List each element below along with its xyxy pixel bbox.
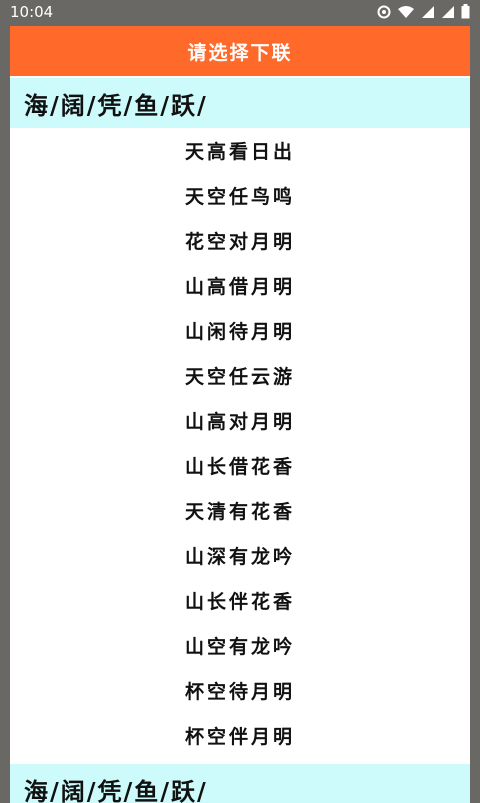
signal-icon	[421, 4, 435, 23]
option-item[interactable]: 花空对月明	[10, 218, 470, 263]
option-item[interactable]: 杯空伴月明	[10, 713, 470, 758]
option-item[interactable]: 山高借月明	[10, 263, 470, 308]
status-bar: 10:04	[0, 0, 480, 26]
status-icons	[377, 3, 470, 23]
signal-icon	[441, 4, 455, 23]
option-item[interactable]: 天空任云游	[10, 353, 470, 398]
option-item[interactable]: 杯空待月明	[10, 668, 470, 713]
status-time: 10:04	[10, 3, 54, 21]
option-item[interactable]: 山空有龙吟	[10, 623, 470, 668]
option-item[interactable]: 山闲待月明	[10, 308, 470, 353]
upper-line-text-repeat: 海/阔/凭/鱼/跃/	[10, 764, 470, 803]
couplet-options-list[interactable]: 天高看日出 天空任鸟鸣 花空对月明 山高借月明 山闲待月明 天空任云游 山高对月…	[10, 128, 470, 764]
option-item[interactable]: 山长借花香	[10, 443, 470, 488]
wifi-icon	[397, 4, 415, 23]
option-item[interactable]: 山高对月明	[10, 398, 470, 443]
battery-icon	[461, 3, 470, 23]
option-item[interactable]: 天高看日出	[10, 128, 470, 173]
upper-line-text: 海/阔/凭/鱼/跃/	[10, 78, 470, 128]
option-item[interactable]: 山深有龙吟	[10, 533, 470, 578]
option-item[interactable]: 天空任鸟鸣	[10, 173, 470, 218]
dialog-title: 请选择下联	[10, 26, 470, 76]
option-item[interactable]: 天清有花香	[10, 488, 470, 533]
option-item[interactable]: 山长伴花香	[10, 578, 470, 623]
select-couplet-dialog: 请选择下联 海/阔/凭/鱼/跃/ 天高看日出 天空任鸟鸣 花空对月明 山高借月明…	[10, 26, 470, 803]
sync-icon	[377, 4, 391, 23]
